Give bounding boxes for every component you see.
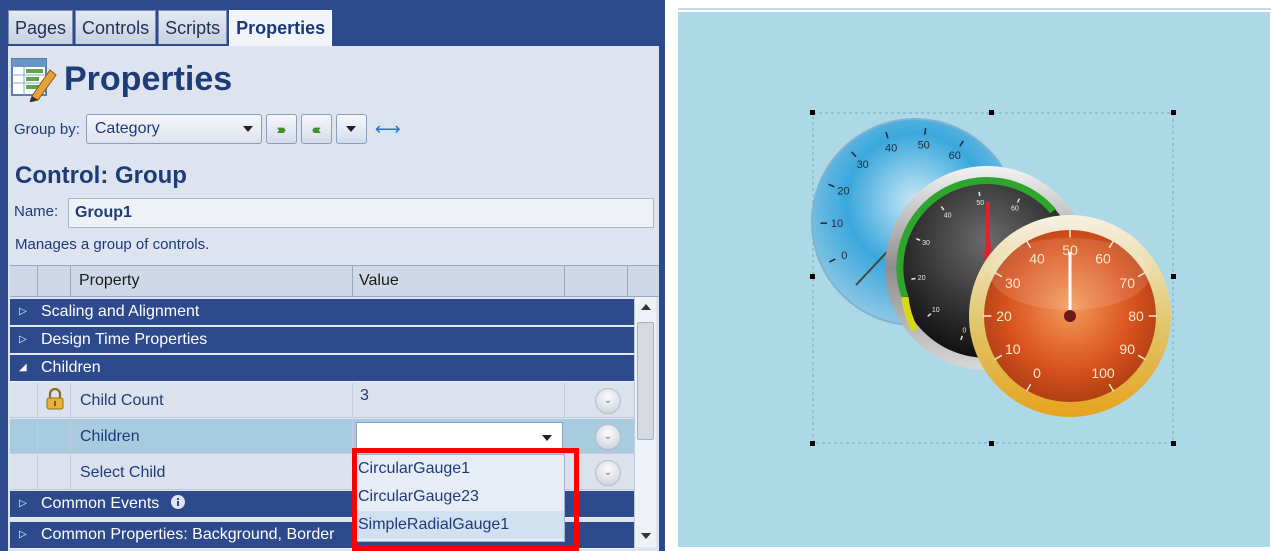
- gauge-tick-label: 0: [962, 328, 966, 335]
- gauge-tick-label: 60: [1011, 206, 1019, 213]
- gauge-tick-label: 30: [1005, 275, 1021, 291]
- control-title: Control: Group: [15, 162, 187, 189]
- name-field[interactable]: [68, 198, 654, 228]
- ellipsis-icon[interactable]: ⌄: [595, 460, 621, 486]
- gauge-tick-label: 60: [1095, 251, 1111, 267]
- gauge-tick-label: 10: [831, 218, 843, 230]
- expand-triangle-icon: ▷: [19, 306, 27, 317]
- category-children[interactable]: ◢ Children: [10, 355, 634, 382]
- header-property[interactable]: Property: [71, 266, 353, 297]
- tab-strip: Pages Controls Scripts Properties: [8, 10, 334, 46]
- gauge-tick-label: 30: [922, 240, 930, 247]
- children-dropdown[interactable]: [356, 422, 563, 451]
- collapse-all-button[interactable]: ««: [300, 114, 332, 144]
- gauge-tick-label: 100: [1091, 365, 1115, 381]
- lock-icon: [46, 388, 64, 410]
- gauge-tick-label: 50: [918, 139, 930, 151]
- gauge-tick-label: 20: [996, 308, 1012, 324]
- tab-scripts[interactable]: Scripts: [158, 10, 228, 44]
- expand-triangle-icon: ▷: [19, 529, 27, 540]
- annotation-highlight-box: [352, 448, 579, 551]
- dropdown-arrow-icon: [242, 126, 253, 132]
- page-title: Properties: [64, 59, 233, 98]
- tab-properties[interactable]: Properties: [229, 10, 333, 46]
- properties-grid-icon: [11, 58, 57, 102]
- gauge-tick-label: 70: [1119, 275, 1135, 291]
- scroll-up-icon[interactable]: [641, 304, 651, 310]
- group-by-select[interactable]: Category: [85, 114, 262, 144]
- ellipsis-icon[interactable]: ⌄: [595, 424, 621, 450]
- tab-pages[interactable]: Pages: [8, 10, 74, 44]
- gauge-tick-label: 90: [1119, 341, 1135, 357]
- gauge-tick-mark: [978, 191, 981, 197]
- scroll-thumb[interactable]: [637, 322, 654, 440]
- gauge-group[interactable]: 010203040506070 0102030405060 0102030405…: [678, 12, 1270, 547]
- gauge-tick-label: 20: [918, 275, 926, 282]
- design-canvas[interactable]: 010203040506070 0102030405060 0102030405…: [678, 12, 1270, 547]
- property-name: Select Child: [71, 455, 353, 490]
- expand-triangle-icon: ▷: [19, 334, 27, 345]
- property-name: Child Count: [71, 383, 353, 418]
- gauge-tick-label: 30: [857, 159, 869, 171]
- info-icon[interactable]: [170, 494, 186, 510]
- canvas-top-border: [678, 8, 1271, 10]
- gauge-tick-label: 10: [932, 307, 940, 314]
- tab-controls[interactable]: Controls: [75, 10, 157, 44]
- collapse-all-icon: ««: [311, 121, 321, 137]
- expand-triangle-icon: ▷: [19, 498, 27, 509]
- gauge-tick-label: 0: [1033, 365, 1041, 381]
- group-by-label: Group by:: [14, 120, 80, 138]
- properties-header: Properties: [10, 54, 232, 104]
- expand-all-icon: »»: [276, 121, 286, 137]
- dropdown-arrow-icon: [542, 435, 552, 441]
- gauge-tick-label: 40: [885, 143, 897, 155]
- category-design-time[interactable]: ▷ Design Time Properties: [10, 327, 634, 354]
- gauge-tick-label: 20: [837, 186, 849, 198]
- header-cell-lock: [38, 266, 71, 297]
- group-by-toolbar: Group by: Category »» «« ⟷: [14, 113, 401, 145]
- scroll-down-icon[interactable]: [641, 533, 651, 539]
- property-name: Children: [71, 419, 353, 454]
- gauge-tick-label: 80: [1128, 308, 1144, 324]
- toolbar-menu-button[interactable]: [335, 114, 367, 144]
- name-label: Name:: [14, 203, 59, 220]
- ellipsis-icon[interactable]: ⌄: [595, 388, 621, 414]
- grid-header: Property Value: [10, 265, 659, 297]
- control-description: Manages a group of controls.: [15, 236, 210, 253]
- simple-radial-gauge-1[interactable]: 0102030405060708090100: [969, 215, 1171, 417]
- gauge-tick-mark: [911, 277, 916, 280]
- property-row-child-count[interactable]: Child Count 3 ⌄: [10, 383, 634, 418]
- dropdown-arrow-icon: [346, 125, 357, 132]
- header-cell-action: [565, 266, 628, 297]
- header-cell-blank: [10, 266, 38, 297]
- grid-scrollbar[interactable]: [634, 297, 656, 547]
- gauge-tick-label: 40: [944, 213, 952, 220]
- gauge-tick-label: 60: [949, 150, 961, 162]
- gauge-tick-mark: [924, 128, 927, 135]
- collapse-triangle-icon: ◢: [19, 362, 27, 373]
- gauge-tick-label: 10: [1005, 341, 1021, 357]
- property-value: 3: [353, 383, 565, 418]
- category-scaling-alignment[interactable]: ▷ Scaling and Alignment: [10, 299, 634, 326]
- header-value[interactable]: Value: [353, 266, 565, 297]
- expand-horizontal-icon[interactable]: ⟷: [375, 119, 401, 140]
- group-by-value: Category: [94, 120, 160, 137]
- expand-all-button[interactable]: »»: [265, 114, 297, 144]
- gauge-tick-label: 0: [841, 250, 847, 262]
- gauge-tick-label: 50: [976, 200, 984, 207]
- gauge-tick-label: 40: [1029, 251, 1045, 267]
